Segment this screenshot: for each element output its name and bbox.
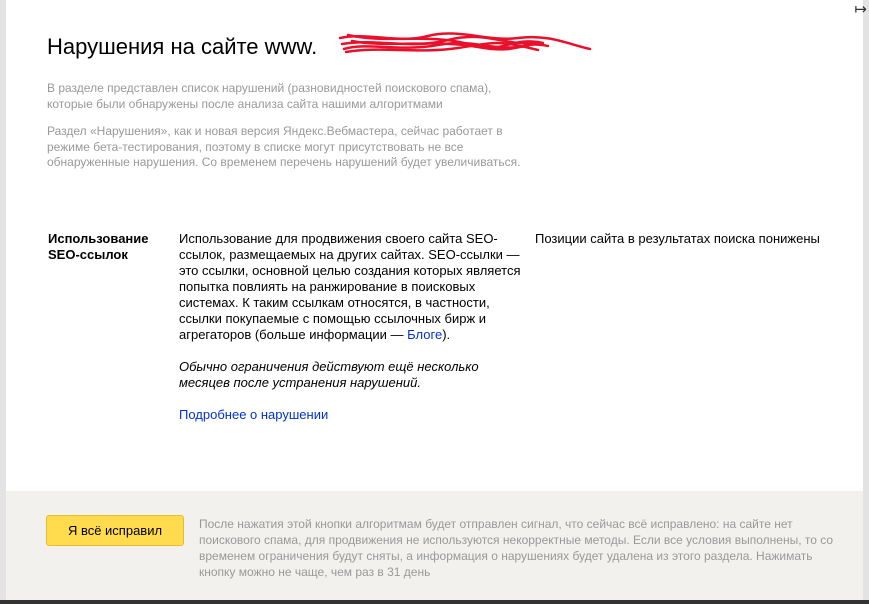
violation-name: Использование SEO-ссылок (48, 231, 149, 262)
intro-paragraph-2: Раздел «Нарушения», как и новая версия Я… (47, 124, 521, 169)
more-about-violation-link[interactable]: Подробнее о нарушении (179, 407, 328, 422)
i-fixed-everything-button[interactable]: Я всё исправил (46, 515, 184, 546)
page-title-text: Нарушения на сайте www. (47, 34, 318, 59)
intro-paragraph-1: В разделе представлен список нарушений (… (47, 81, 492, 111)
footer-note: После нажатия этой кнопки алгоритмам буд… (199, 517, 834, 579)
violation-description-block: Использование для продвижения своего сай… (179, 231, 524, 439)
bottom-border (0, 600, 869, 604)
violation-note: Обычно ограничения действуют ещё несколь… (179, 359, 479, 390)
expand-icon[interactable]: ↦ (854, 2, 867, 18)
page-title: Нарушения на сайте www. (47, 34, 317, 60)
redaction-scribble (338, 32, 592, 54)
violation-description-end: ). (442, 327, 451, 342)
right-border (863, 0, 869, 604)
footer-panel: Я всё исправил После нажатия этой кнопки… (6, 491, 863, 600)
violation-description-text: Использование для продвижения своего сай… (179, 231, 521, 342)
violation-effect: Позиции сайта в результатах поиска пониж… (535, 231, 820, 246)
blog-link[interactable]: Блоге (407, 327, 442, 342)
violation-description: Использование для продвижения своего сай… (179, 231, 524, 343)
